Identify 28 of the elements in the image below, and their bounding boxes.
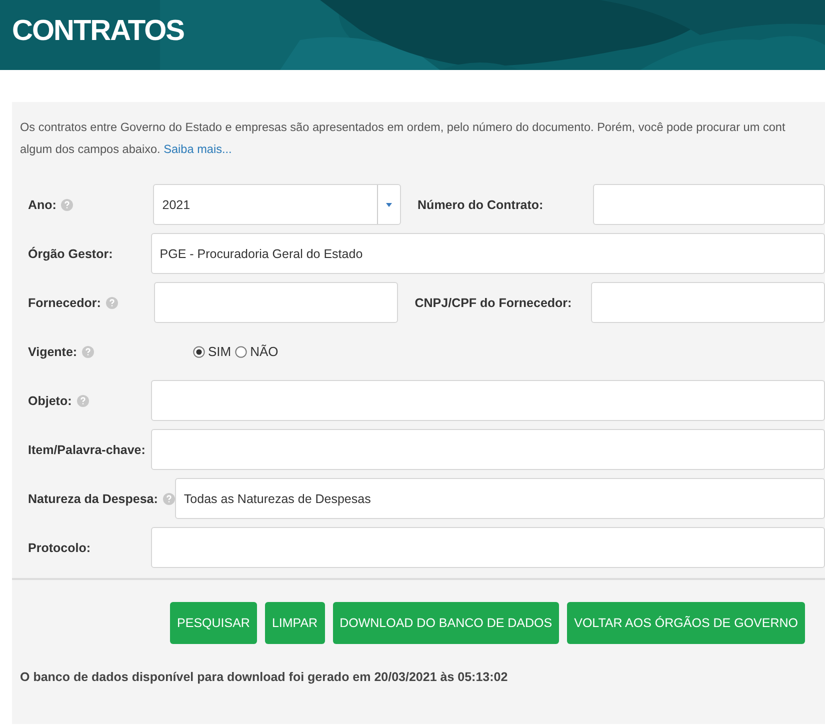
footer-note: O banco de dados disponível para download foi gerado em 20/03/2021 às 05:13:02 [20, 670, 509, 684]
field-label: Fornecedor: [28, 296, 101, 310]
input-field[interactable]: PGE - Procuradoria Geral do Estado [150, 233, 825, 274]
field-label: Natureza da Despesa: [28, 492, 158, 506]
input-field[interactable] [591, 282, 825, 323]
learn-more-link[interactable]: Saiba mais... [164, 142, 232, 156]
field-label: Item/Palavra-chave: [28, 442, 146, 456]
field-label: CNPJ/CPF do Fornecedor: [414, 296, 572, 310]
field-label: Protocolo: [28, 540, 90, 554]
input-field[interactable]: Todas as Naturezas de Despesas [174, 478, 825, 519]
radio-label[interactable]: SIM [208, 344, 232, 359]
radio-label[interactable]: NÃO [250, 344, 278, 359]
input-field[interactable] [592, 184, 825, 225]
field-label: Vigente: [28, 344, 78, 358]
input-field[interactable] [150, 527, 825, 568]
field-label: Número do Contrato: [418, 198, 544, 212]
input-field[interactable] [154, 282, 398, 323]
field-label: Ano: [28, 198, 56, 212]
caret-icon [386, 202, 392, 206]
input-field[interactable] [150, 429, 825, 470]
input-field[interactable] [150, 380, 825, 421]
radio-button[interactable] [193, 346, 205, 358]
radio-button[interactable] [235, 346, 248, 358]
intro-text: Os contratos entre Governo do Estado e empresas são apresentados em ordem, pelo número do documento. Porém, você pode procurar um cont algum dos campos abaixo. Saiba mais... [19, 119, 786, 158]
year-select[interactable]: 2021 [153, 184, 401, 225]
page-title: CONTRATOS [12, 15, 184, 48]
field-label: Órgão Gestor: [28, 246, 113, 260]
field-label: Objeto: [28, 394, 72, 408]
